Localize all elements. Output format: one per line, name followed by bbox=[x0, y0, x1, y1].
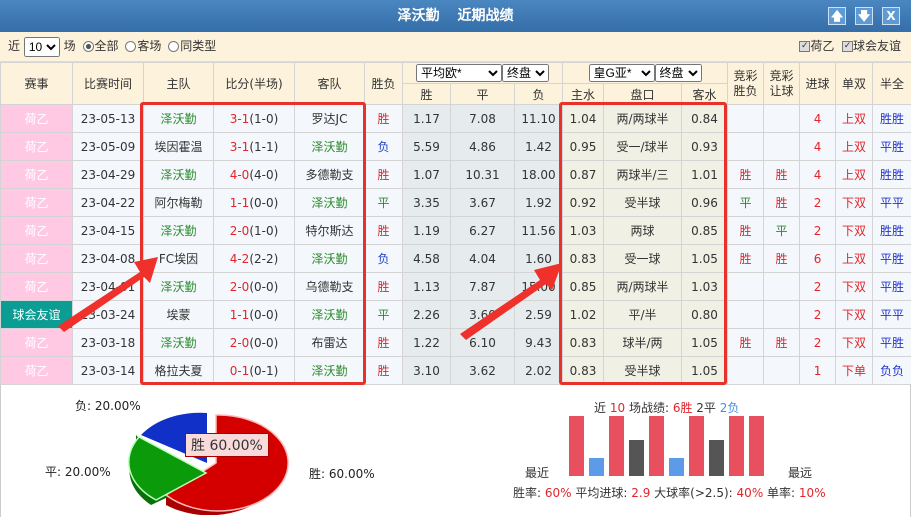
result-bar-L bbox=[589, 458, 604, 476]
result-bar-W bbox=[729, 416, 744, 476]
pie-draw-label: 平: 20.00% bbox=[45, 465, 111, 479]
result-bar-W bbox=[749, 416, 764, 476]
result-bar-W bbox=[689, 416, 704, 476]
odd-rate: 10% bbox=[798, 486, 826, 500]
summary-draws: 2平 bbox=[696, 401, 716, 415]
results-bar-chart: 近 10 场战绩: 6胜 2平 2负 最近 最远 胜率: 60% 平均进球: 2… bbox=[501, 385, 911, 517]
result-bar-D bbox=[709, 440, 724, 476]
win-rate-label: 胜率: bbox=[513, 486, 542, 500]
result-bar-W bbox=[649, 416, 664, 476]
summary-rates: 胜率: 60% 平均进球: 2.9 大球率(>2.5): 40% 单率: 10% bbox=[513, 484, 826, 501]
win-rate: 60% bbox=[544, 486, 572, 500]
pie-lose-label: 负: 20.00% bbox=[75, 399, 141, 413]
arrow-icon bbox=[58, 257, 158, 332]
pie-tooltip: 胜 60.00% bbox=[185, 433, 269, 457]
summary-losses: 2负 bbox=[719, 401, 740, 415]
avg-goals-label: 平均进球: bbox=[575, 486, 628, 500]
pie-win-label: 胜: 60.00% bbox=[309, 467, 375, 481]
result-bar-W bbox=[609, 416, 624, 476]
summary-prefix: 近 bbox=[594, 401, 607, 415]
summary-title: 近 10 场战绩: 6胜 2平 2负 bbox=[594, 399, 739, 416]
arrow-icon bbox=[460, 263, 562, 340]
over-rate-label: 大球率(>2.5): bbox=[654, 486, 733, 500]
result-bar-W bbox=[569, 416, 584, 476]
result-bar-L bbox=[669, 458, 684, 476]
summary-count: 10 bbox=[609, 401, 626, 415]
label-recent: 最近 bbox=[525, 466, 550, 480]
summary-wins: 6胜 bbox=[672, 401, 693, 415]
avg-goals: 2.9 bbox=[631, 486, 651, 500]
odd-rate-label: 单率: bbox=[767, 486, 796, 500]
over-rate: 40% bbox=[736, 486, 764, 500]
label-oldest: 最远 bbox=[788, 466, 813, 480]
summary-panel: 胜 60.00% 负: 20.00% 平: 20.00% 胜: 60.00% 近… bbox=[0, 385, 911, 517]
result-bar-D bbox=[629, 440, 644, 476]
summary-label: 场战绩: bbox=[628, 401, 669, 415]
